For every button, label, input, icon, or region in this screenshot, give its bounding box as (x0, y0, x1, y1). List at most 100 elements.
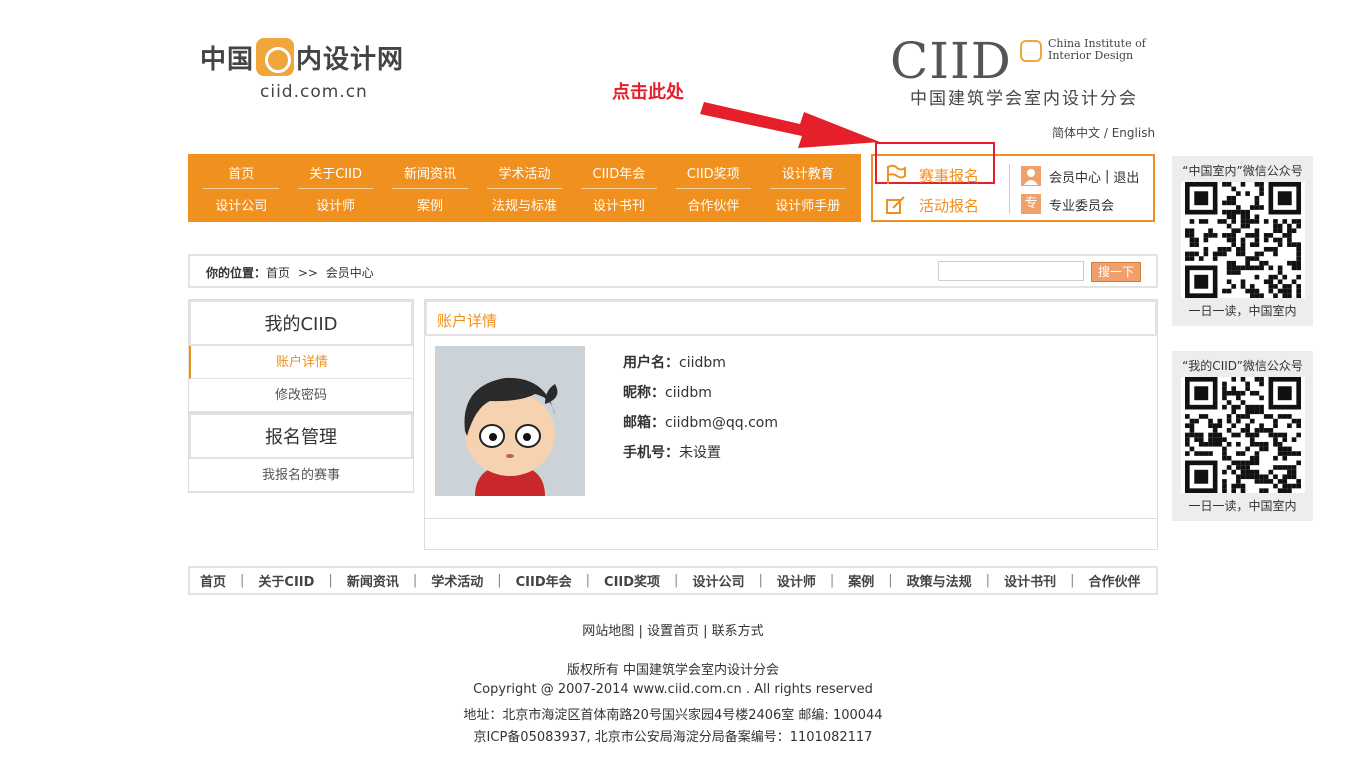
nav-column: 新闻资讯 案例 (383, 154, 477, 222)
footer-link-sep: | (638, 624, 643, 639)
nav-item[interactable]: CIID奖项 (675, 157, 752, 189)
info-nickname: 昵称：ciidbm (623, 382, 778, 412)
ciid-logo-english: China Institute of Interior Design (1048, 38, 1146, 62)
member-divider (1009, 164, 1010, 214)
footer-nav-sep: | (497, 573, 502, 588)
footer-nav-sep: | (328, 573, 333, 588)
avatar (435, 346, 585, 496)
nav-column: CIID年会 设计书刊 (572, 154, 666, 222)
breadcrumb-bar: 你的位置：首页 >> 会员中心 搜一下 (188, 254, 1158, 288)
logo-text: 中国 内设计网 (200, 38, 430, 76)
footer-nav-sep: | (829, 573, 835, 588)
phone-label: 手机号： (623, 445, 679, 461)
search-button[interactable]: 搜一下 (1091, 262, 1141, 282)
logo-seal-icon (256, 38, 295, 76)
nav-item[interactable]: 新闻资讯 (392, 157, 468, 189)
activity-signup-link[interactable]: 活动报名 (885, 194, 979, 216)
nav-item[interactable]: 设计书刊 (572, 189, 666, 220)
nav-item[interactable]: 学术活动 (486, 157, 563, 189)
qr-panel-2: “我的CIID”微信公众号 一日一读，中国室内 (1172, 351, 1313, 521)
ciid-seal-icon (1020, 40, 1042, 62)
member-center-row: 会员中心 | 退出 (1021, 166, 1139, 186)
nav-column: CIID奖项 合作伙伴 (666, 154, 760, 222)
language-switch: 简体中文 / English (1052, 124, 1155, 141)
footer-nav-item[interactable]: 合作伙伴 (1088, 571, 1140, 590)
nav-column: 设计教育 设计师手册 (761, 154, 855, 222)
logo-cn-part2: 内设计网 (296, 44, 405, 75)
committee-link[interactable]: 专 专业委员会 (1021, 194, 1114, 214)
footer-nav-sep: | (674, 573, 679, 588)
nav-item[interactable]: CIID年会 (581, 157, 657, 189)
footer-nav-item[interactable]: 新闻资讯 (347, 571, 399, 590)
ciid-logo-letters: CIID (890, 32, 1012, 90)
nav-item[interactable]: 法规与标准 (477, 189, 571, 220)
set-homepage-link[interactable]: 设置首页 (647, 624, 699, 639)
nav-item[interactable]: 首页 (203, 157, 279, 189)
breadcrumb-sep: >> (297, 266, 318, 280)
ciid-logo[interactable]: CIID China Institute of Interior Design … (890, 32, 1158, 110)
search-input[interactable] (938, 261, 1084, 281)
footer-nav-sep: | (412, 573, 418, 588)
event-signup-label: 赛事报名 (919, 166, 980, 185)
qr-pattern (1184, 182, 1301, 298)
lang-english-link[interactable]: English (1112, 126, 1155, 140)
info-phone: 手机号：未设置 (623, 442, 778, 472)
nav-column: 学术活动 法规与标准 (477, 154, 571, 222)
event-signup-link[interactable]: 赛事报名 (885, 164, 979, 186)
lang-separator: / (1103, 126, 1108, 140)
member-center-link[interactable]: 会员中心 (1049, 167, 1101, 186)
nav-column: 关于CIID 设计师 (288, 154, 382, 222)
info-email: 邮箱：ciidbm@qq.com (623, 412, 778, 442)
left-menu-title-signup: 报名管理 (189, 413, 413, 459)
contact-link[interactable]: 联系方式 (712, 624, 764, 639)
user-icon (1021, 166, 1041, 186)
nav-item[interactable]: 设计公司 (194, 189, 288, 220)
footer-nav-item[interactable]: CIID奖项 (604, 571, 660, 590)
info-username: 用户名：ciidbm (623, 352, 778, 382)
footer-nav-sep: | (1070, 573, 1075, 588)
account-panel: 账户详情 用户名：ciidbm 昵称：ciidbm 邮箱：ciidbm@qq.c… (424, 299, 1158, 550)
avatar-icon (464, 377, 558, 496)
menu-my-events[interactable]: 我报名的赛事 (189, 459, 413, 492)
annotation-text: 点击此处 (612, 82, 684, 103)
nav-column: 首页 设计公司 (194, 154, 288, 222)
footer-nav-item[interactable]: 首页 (200, 571, 226, 590)
footer-nav-item[interactable]: 设计公司 (692, 571, 744, 590)
annotation-arrow-icon (700, 102, 880, 148)
nav-item[interactable]: 设计师 (288, 189, 382, 220)
nav-item[interactable]: 设计教育 (769, 157, 846, 189)
footer-nav-sep: | (888, 573, 893, 588)
footer-nav-item[interactable]: 政策与法规 (907, 571, 972, 590)
committee-label: 专业委员会 (1049, 198, 1115, 214)
email-value: ciidbm@qq.com (665, 415, 779, 431)
footer-nav-item[interactable]: 学术活动 (431, 571, 483, 590)
breadcrumb-label: 你的位置： (206, 266, 267, 280)
footer-nav: 首页 | 关于CIID | 新闻资讯 | 学术活动 | CIID年会 | CIID奖项 | 设计公司 | 设… (188, 566, 1158, 595)
breadcrumb-current: 会员中心 (325, 266, 374, 280)
qr-pattern (1184, 377, 1301, 493)
footer-nav-item[interactable]: 设计师 (777, 571, 816, 590)
nav-item[interactable]: 案例 (383, 189, 477, 220)
left-menu-title-my-ciid: 我的CIID (189, 300, 413, 346)
footer-nav-sep: | (585, 573, 591, 588)
sitemap-link[interactable]: 网站地图 (582, 624, 634, 639)
account-info: 用户名：ciidbm 昵称：ciidbm 邮箱：ciidbm@qq.com 手机… (623, 352, 778, 472)
footer-address: 地址：北京市海淀区首体南路20号国兴家园4号楼2406室 邮编: 100044 (463, 708, 883, 723)
footer-nav-item[interactable]: 设计书刊 (1004, 571, 1056, 590)
footer-nav-item[interactable]: CIID年会 (516, 571, 572, 590)
ciid-logo-chinese: 中国建筑学会室内设计分会 (910, 89, 1138, 109)
footer-link-sep: | (703, 624, 708, 639)
committee-icon: 专 (1021, 194, 1041, 214)
logout-link[interactable]: 退出 (1113, 167, 1139, 186)
email-label: 邮箱： (623, 415, 665, 431)
site-logo[interactable]: 中国 内设计网 ciid.com.cn (200, 38, 430, 110)
menu-account-details[interactable]: 账户详情 (189, 346, 413, 379)
nav-item[interactable]: 关于CIID (297, 157, 374, 189)
footer-nav-item[interactable]: 案例 (848, 571, 874, 590)
footer-nav-item[interactable]: 关于CIID (258, 571, 314, 590)
nav-item[interactable]: 合作伙伴 (666, 189, 760, 220)
lang-chinese-link[interactable]: 简体中文 (1052, 126, 1100, 140)
breadcrumb-home[interactable]: 首页 (266, 266, 290, 280)
nav-item[interactable]: 设计师手册 (761, 189, 855, 220)
menu-change-password[interactable]: 修改密码 (189, 379, 413, 412)
